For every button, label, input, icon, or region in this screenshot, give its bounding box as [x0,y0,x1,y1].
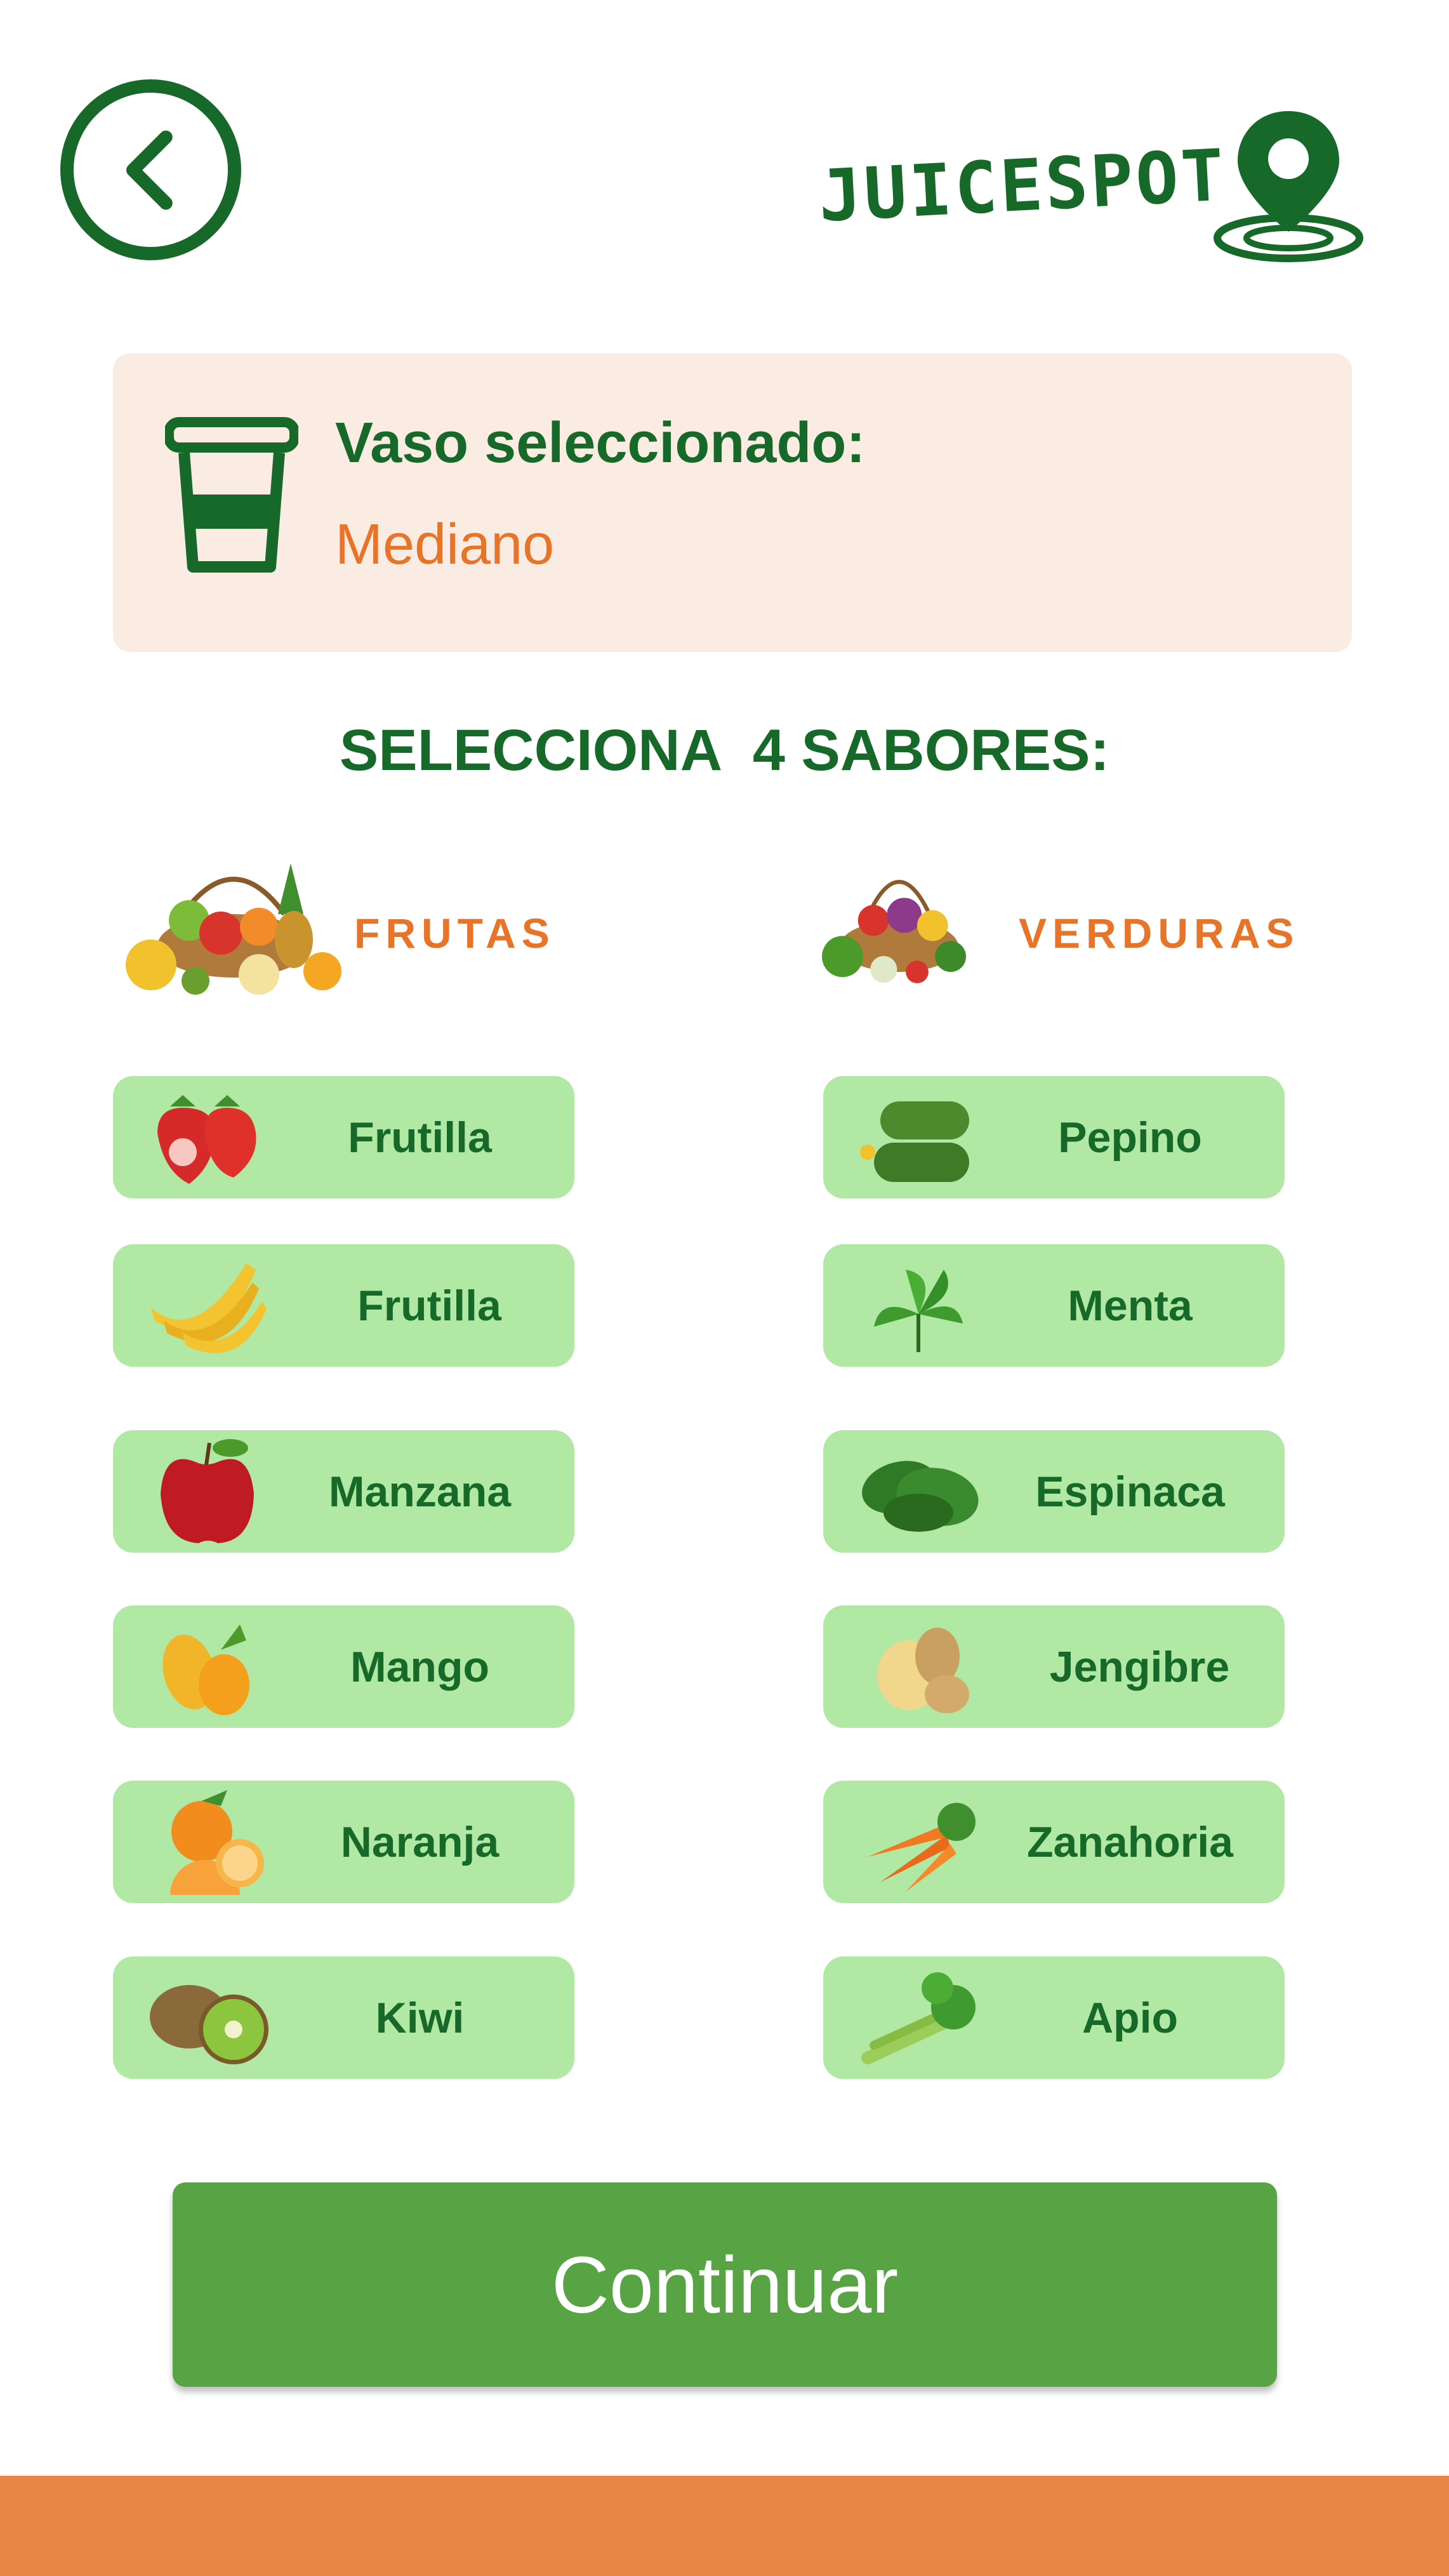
flavor-label: Frutilla [348,1113,492,1162]
cup-title: Vaso seleccionado: [335,411,866,475]
fruits-category-header: FRUTAS [113,838,555,1003]
footer-bar [0,2476,1449,2576]
flavor-label: Frutilla [357,1281,501,1330]
carrot-icon [868,1803,976,1892]
spinach-icon [862,1461,979,1532]
flavor-button-carrot[interactable]: Zanahoria [823,1781,1285,1903]
chevron-left-icon [126,130,173,209]
flavor-button-ginger[interactable]: Jengibre [823,1605,1285,1728]
flavor-button-mango[interactable]: Mango [113,1605,574,1728]
apple-icon [161,1439,254,1543]
back-button[interactable] [60,79,241,260]
mint-icon [874,1270,963,1352]
banana-icon [151,1263,267,1353]
logo: JUICESPOT [816,105,1365,270]
veggies-category-label: VERDURAS [1019,910,1300,957]
flavor-button-spinach[interactable]: Espinaca [823,1430,1285,1553]
section-heading: SELECCIONA 4 SABORES: [339,718,1110,783]
flavor-button-strawberry[interactable]: Frutilla [113,1076,574,1198]
flavor-button-kiwi[interactable]: Kiwi [113,1956,574,2079]
fruits-category-label: FRUTAS [354,910,555,957]
flavor-label: Kiwi [375,1993,465,2042]
cup-size-value: Mediano [335,513,555,576]
flavor-label: Zanahoria [1027,1817,1233,1866]
mango-icon [162,1624,249,1715]
flavor-label: Menta [1068,1281,1193,1330]
veggies-category-header: VERDURAS [822,838,1299,1003]
logo-text: JUICESPOT [816,134,1229,238]
ginger-icon [877,1628,969,1713]
cup-icon [165,417,298,573]
flavor-label: Espinaca [1035,1467,1225,1516]
orange-icon [170,1790,264,1895]
cucumber-icon [860,1101,969,1182]
flavor-button-orange[interactable]: Naranja [113,1781,574,1903]
location-pin-icon [1214,111,1363,262]
celery-icon [861,1972,976,2064]
fruit-basket-icon [126,863,341,995]
selected-cup-card: Vaso seleccionado: Mediano [113,354,1352,652]
kiwi-icon [150,1985,268,2064]
flavor-button-cucumber[interactable]: Pepino [823,1076,1285,1198]
flavor-label: Manzana [328,1467,512,1516]
strawberry-icon [157,1095,256,1184]
flavor-label: Pepino [1058,1113,1202,1162]
flavor-button-celery[interactable]: Apio [823,1956,1285,2079]
flavor-button-apple[interactable]: Manzana [113,1430,574,1553]
vegetable-basket-icon [822,879,967,983]
flavor-button-mint[interactable]: Menta [823,1244,1285,1367]
continue-button[interactable]: Continuar [173,2182,1277,2387]
flavor-label: Naranja [340,1817,500,1866]
flavor-label: Jengibre [1049,1642,1230,1691]
flavor-button-banana[interactable]: Frutilla [113,1244,574,1367]
flavor-label: Mango [350,1642,490,1691]
flavor-label: Apio [1082,1993,1179,2042]
